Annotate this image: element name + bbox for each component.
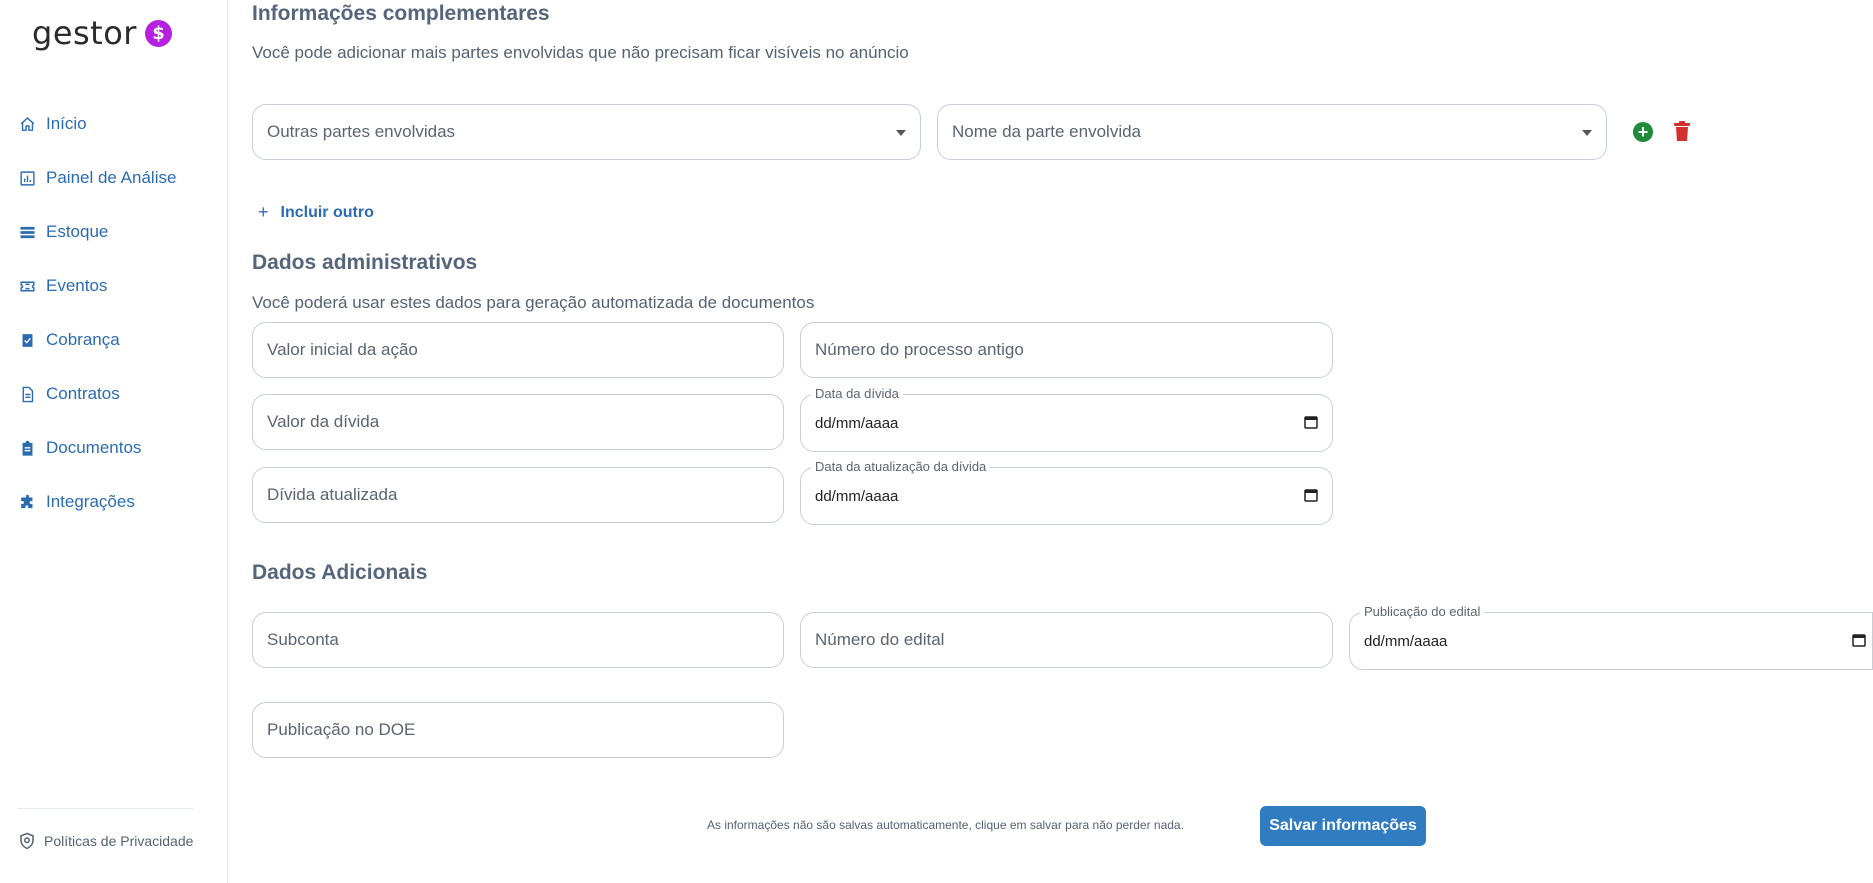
sidebar-item-label: Integrações <box>46 492 135 511</box>
numero-edital-placeholder: Número do edital <box>815 630 945 649</box>
include-other-label: Incluir outro <box>280 203 374 221</box>
nome-parte-placeholder: Nome da parte envolvida <box>952 122 1142 141</box>
sidebar-nav: Início Painel de Análise Estoque Eventos… <box>0 97 228 529</box>
sidebar-item-painel[interactable]: Painel de Análise <box>0 151 228 205</box>
sidebar-item-label: Início <box>46 114 87 133</box>
logo-text: gestor <box>32 14 137 52</box>
subconta-field[interactable]: Subconta <box>252 612 784 668</box>
file-icon <box>18 385 36 403</box>
administrativos-title: Dados administrativos <box>252 251 478 274</box>
autosave-note: As informações não são salvas automatica… <box>707 818 1184 832</box>
sidebar-item-label: Eventos <box>46 276 108 295</box>
main-content: Informações complementares Você pode adi… <box>252 0 1873 883</box>
divida-atualizada-placeholder: Dívida atualizada <box>267 485 398 504</box>
data-divida-value: dd/mm/aaaa <box>815 414 899 432</box>
sidebar-item-label: Painel de Análise <box>46 168 177 187</box>
publicacao-edital-value: dd/mm/aaaa <box>1364 632 1448 650</box>
data-atualizacao-value: dd/mm/aaaa <box>815 487 899 505</box>
numero-processo-field[interactable]: Número do processo antigo <box>800 322 1333 378</box>
outras-partes-select[interactable]: Outras partes envolvidas <box>252 104 921 160</box>
calendar-icon[interactable] <box>1304 415 1318 429</box>
clipboard-icon <box>18 439 36 457</box>
numero-edital-field[interactable]: Número do edital <box>800 612 1333 668</box>
data-atualizacao-label: Data da atualização da dívida <box>811 459 991 474</box>
numero-processo-placeholder: Número do processo antigo <box>815 340 1024 359</box>
valor-divida-placeholder: Valor da dívida <box>267 412 380 431</box>
administrativos-subtitle: Você poderá usar estes dados para geraçã… <box>252 293 815 312</box>
privacy-policy-link[interactable]: Políticas de Privacidade <box>18 832 193 850</box>
sidebar-item-label: Cobrança <box>46 330 120 349</box>
add-circle-icon[interactable]: + <box>1633 122 1653 142</box>
subconta-placeholder: Subconta <box>267 630 339 649</box>
brand-logo[interactable]: gestor $ <box>32 14 172 52</box>
sidebar-item-documentos[interactable]: Documentos <box>0 421 228 475</box>
sidebar-item-eventos[interactable]: Eventos <box>0 259 228 313</box>
publicacao-edital-field[interactable]: Publicação do edital dd/mm/aaaa <box>1349 604 1873 670</box>
include-other-button[interactable]: + Incluir outro <box>258 202 374 223</box>
valor-divida-field[interactable]: Valor da dívida <box>252 394 784 450</box>
complementares-subtitle: Você pode adicionar mais partes envolvid… <box>252 43 909 62</box>
privacy-label: Políticas de Privacidade <box>44 833 194 849</box>
publicacao-doe-placeholder: Publicação no DOE <box>267 720 416 739</box>
calendar-icon[interactable] <box>1852 633 1866 647</box>
plus-icon: + <box>258 202 269 222</box>
publicacao-doe-field[interactable]: Publicação no DOE <box>252 702 784 758</box>
nome-parte-select[interactable]: Nome da parte envolvida <box>937 104 1607 160</box>
ticket-icon <box>18 277 36 295</box>
sidebar-item-inicio[interactable]: Início <box>0 97 228 151</box>
coin-icon: $ <box>144 19 172 47</box>
publicacao-edital-label: Publicação do edital <box>1360 604 1485 619</box>
data-divida-field[interactable]: Data da dívida dd/mm/aaaa <box>800 386 1333 452</box>
outras-partes-placeholder: Outras partes envolvidas <box>267 122 456 141</box>
complementares-title: Informações complementares <box>252 2 550 25</box>
clipboard-check-icon <box>18 331 36 349</box>
puzzle-icon <box>18 493 36 511</box>
valor-inicial-placeholder: Valor inicial da ação <box>267 340 418 359</box>
data-atualizacao-field[interactable]: Data da atualização da dívida dd/mm/aaaa <box>800 459 1333 525</box>
divida-atualizada-field[interactable]: Dívida atualizada <box>252 467 784 523</box>
chevron-down-icon <box>896 130 906 136</box>
list-icon <box>18 223 36 241</box>
sidebar-item-cobranca[interactable]: Cobrança <box>0 313 228 367</box>
calendar-icon[interactable] <box>1304 488 1318 502</box>
sidebar-item-label: Documentos <box>46 438 142 457</box>
adicionais-title: Dados Adicionais <box>252 561 428 584</box>
sidebar: gestor $ Início Painel de Análise Estoqu… <box>0 0 228 883</box>
sidebar-item-label: Estoque <box>46 222 109 241</box>
save-button[interactable]: Salvar informações <box>1260 806 1426 846</box>
sidebar-item-estoque[interactable]: Estoque <box>0 205 228 259</box>
data-divida-label: Data da dívida <box>811 386 903 401</box>
sidebar-item-contratos[interactable]: Contratos <box>0 367 228 421</box>
sidebar-item-integracoes[interactable]: Integrações <box>0 475 228 529</box>
trash-icon[interactable] <box>1673 121 1691 141</box>
home-icon <box>18 115 36 133</box>
shield-icon <box>18 832 36 850</box>
chart-icon <box>18 169 36 187</box>
chevron-down-icon <box>1582 130 1592 136</box>
sidebar-divider <box>18 808 193 809</box>
sidebar-item-label: Contratos <box>46 384 120 403</box>
valor-inicial-field[interactable]: Valor inicial da ação <box>252 322 784 378</box>
